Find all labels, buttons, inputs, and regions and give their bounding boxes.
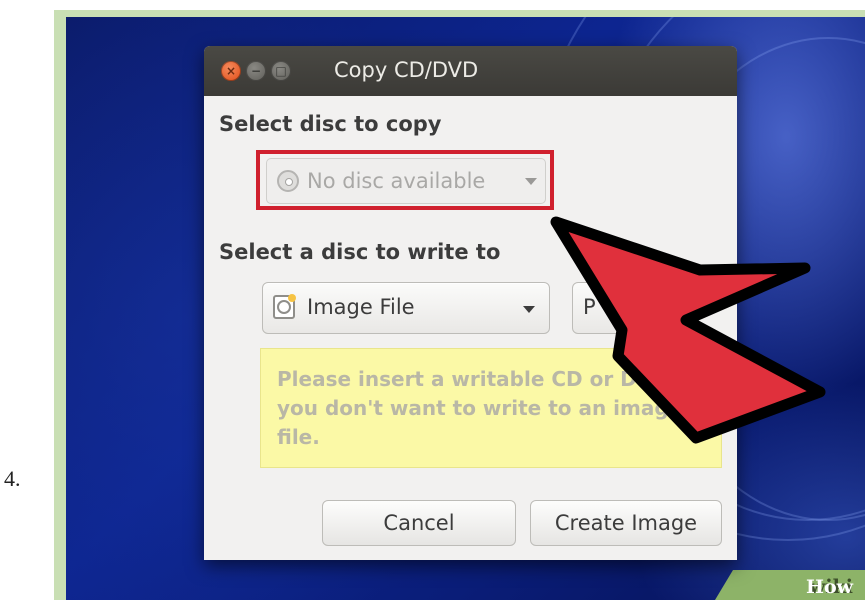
destination-disc-value: Image File xyxy=(307,295,415,319)
cancel-button[interactable]: Cancel xyxy=(322,500,516,546)
destination-section-label: Select a disc to write to xyxy=(219,240,501,264)
close-window-button[interactable]: × xyxy=(221,61,241,81)
create-image-button-label: Create Image xyxy=(554,511,698,535)
destination-disc-combo[interactable]: Image File xyxy=(262,282,550,334)
highlight-box xyxy=(256,150,554,210)
minimize-window-button[interactable]: − xyxy=(246,61,266,81)
window-title: Copy CD/DVD xyxy=(334,58,479,82)
image-file-icon xyxy=(273,294,296,319)
source-section-label: Select disc to copy xyxy=(219,112,442,136)
close-icon: × xyxy=(225,64,237,78)
maximize-icon: □ xyxy=(275,64,287,78)
step-number: 4. xyxy=(4,466,21,491)
properties-button-label: P xyxy=(583,295,596,319)
properties-button[interactable]: P xyxy=(572,282,692,334)
watermark-part2: How xyxy=(806,576,853,598)
info-message-text: Please insert a writable CD or DVD if yo… xyxy=(277,367,692,449)
maximize-window-button[interactable]: □ xyxy=(271,61,291,81)
title-bar[interactable]: × − □ Copy CD/DVD xyxy=(204,46,737,96)
chevron-down-icon xyxy=(523,306,535,313)
cancel-button-label: Cancel xyxy=(383,511,455,535)
create-image-button[interactable]: Create Image xyxy=(530,500,722,546)
watermark: wiki How xyxy=(715,570,865,600)
copy-disc-dialog: × − □ Copy CD/DVD Select disc to copy No… xyxy=(204,46,737,560)
info-message-box: Please insert a writable CD or DVD if yo… xyxy=(260,348,722,468)
minimize-icon: − xyxy=(250,64,262,78)
